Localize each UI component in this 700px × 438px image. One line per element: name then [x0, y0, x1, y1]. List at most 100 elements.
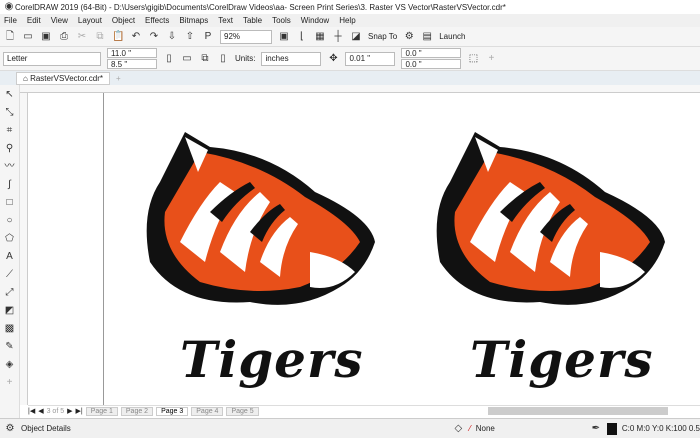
paste-icon[interactable]: 📋 [112, 31, 124, 43]
new-document-icon[interactable]: 🗋 [4, 31, 16, 43]
gear-icon[interactable]: ⚙ [4, 423, 16, 435]
fill-icon: ◇ [454, 422, 463, 434]
outline-swatch [606, 422, 617, 435]
outline-status: C:0 M:0 Y:0 K:100 0.5 [621, 424, 700, 433]
pdf-icon[interactable]: P [202, 31, 214, 43]
drop-shadow-icon[interactable]: ◩ [4, 305, 16, 317]
show-guidelines-icon[interactable]: ┼ [332, 31, 344, 43]
page-height-field[interactable]: 8.5 " [107, 59, 157, 69]
prev-page-icon[interactable]: ◀ [38, 407, 43, 415]
zoom-level-field[interactable]: 92% [220, 29, 272, 44]
next-page-icon[interactable]: ▶ [67, 407, 72, 415]
page-size-select[interactable]: Letter [3, 51, 101, 66]
toolbox: ↖ ⤡ ⌗ ⚲ 〰 ∫ □ ○ ⬠ A ⟋ ⤢ ◩ ▩ ✎ ◈ + [0, 85, 20, 418]
menu-effects[interactable]: Effects [145, 16, 169, 25]
page-tab-4[interactable]: Page 4 [191, 406, 224, 416]
ellipse-tool-icon[interactable]: ○ [4, 215, 16, 227]
text-tool-icon[interactable]: A [4, 251, 16, 263]
document-tab[interactable]: ⌂ RasterVSVector.cdr* [16, 71, 110, 85]
freehand-tool-icon[interactable]: 〰 [4, 161, 16, 173]
landscape-icon[interactable]: ▭ [181, 53, 193, 65]
menu-help[interactable]: Help [339, 16, 355, 25]
fill-none-icon: ⁄ [469, 424, 471, 433]
duplicate-x-field[interactable]: 0.0 " [401, 48, 462, 58]
interactive-fill-icon[interactable]: ◈ [4, 359, 16, 371]
copy-icon[interactable]: ⧉ [94, 31, 106, 43]
snap-icon[interactable]: ◪ [350, 31, 362, 43]
menu-edit[interactable]: Edit [27, 16, 41, 25]
show-grid-icon[interactable]: ▦ [314, 31, 326, 43]
launch-icon[interactable]: ▤ [421, 31, 433, 43]
menu-text[interactable]: Text [218, 16, 233, 25]
standard-toolbar: 🗋 ▭ ▣ ⎙ ✂ ⧉ 📋 ↶ ↷ ⇩ ⇧ P 92% ▣ ⌊ ▦ ┼ ◪ Sn… [0, 27, 700, 47]
window-title: CorelDRAW 2019 (64-Bit) - D:\Users\gigib… [15, 2, 506, 12]
page-tab-2[interactable]: Page 2 [120, 406, 154, 416]
snap-to-button[interactable]: Snap To [368, 32, 397, 41]
connector-tool-icon[interactable]: ⤢ [4, 287, 16, 299]
transparency-icon[interactable]: ▩ [4, 323, 16, 335]
nudge-icon: ✥ [329, 52, 338, 64]
current-page-icon[interactable]: ▯ [217, 53, 229, 65]
open-icon[interactable]: ▭ [22, 31, 34, 43]
page-width-field[interactable]: 11.0 " [107, 48, 157, 58]
page-tab-3[interactable]: Page 3 [156, 406, 189, 416]
undo-icon[interactable]: ↶ [130, 31, 142, 43]
redo-icon[interactable]: ↷ [148, 31, 160, 43]
page-tab-1[interactable]: Page 1 [85, 406, 118, 416]
outline-pen-icon: ✒ [591, 422, 601, 434]
menu-layout[interactable]: Layout [78, 16, 102, 25]
menu-file[interactable]: File [4, 16, 17, 25]
horizontal-ruler[interactable] [20, 85, 700, 93]
menu-bar: File Edit View Layout Object Effects Bit… [0, 14, 700, 27]
nudge-distance-field[interactable]: 0.01 " [345, 51, 396, 66]
property-bar: Letter 11.0 " 8.5 " ▯ ▭ ⧉ ▯ Units: inche… [0, 47, 700, 71]
menu-table[interactable]: Table [243, 16, 262, 25]
rectangle-tool-icon[interactable]: □ [4, 197, 16, 209]
new-tab-icon[interactable]: + [116, 74, 121, 83]
export-icon[interactable]: ⇧ [184, 31, 196, 43]
units-select[interactable]: inches [261, 51, 322, 66]
first-page-icon[interactable]: |◀ [28, 407, 35, 415]
full-screen-icon[interactable]: ▣ [278, 31, 290, 43]
import-icon[interactable]: ⇩ [166, 31, 178, 43]
menu-object[interactable]: Object [112, 16, 135, 25]
cut-icon[interactable]: ✂ [76, 31, 88, 43]
treat-as-filled-icon[interactable]: ⬚ [467, 53, 479, 65]
portrait-icon[interactable]: ▯ [163, 53, 175, 65]
page-tab-5[interactable]: Page 5 [226, 406, 259, 416]
launch-button[interactable]: Launch [439, 32, 465, 41]
artistic-media-icon[interactable]: ∫ [4, 179, 16, 191]
page-counter: 3 of 5 [46, 407, 65, 415]
vector-tiger-image[interactable] [430, 122, 670, 322]
raster-tigers-text: Tigers [180, 330, 364, 389]
status-bar: ⚙ Object Details ◇ ⁄ None ✒ C:0 M:0 Y:0 … [0, 418, 700, 438]
eyedropper-icon[interactable]: ✎ [4, 341, 16, 353]
shape-tool-icon[interactable]: ⤡ [4, 107, 16, 119]
print-icon[interactable]: ⎙ [58, 31, 70, 43]
horizontal-scrollbar[interactable] [488, 407, 668, 415]
zoom-tool-icon[interactable]: ⚲ [4, 143, 16, 155]
polygon-tool-icon[interactable]: ⬠ [4, 233, 16, 245]
add-tool-icon[interactable]: + [4, 377, 16, 389]
page-navigator: |◀ ◀ 3 of 5 ▶ ▶| Page 1 Page 2 Page 3 Pa… [28, 405, 700, 416]
menu-tools[interactable]: Tools [272, 16, 291, 25]
raster-tiger-image[interactable] [140, 122, 380, 322]
add-icon[interactable]: + [485, 53, 497, 65]
menu-window[interactable]: Window [301, 16, 329, 25]
last-page-icon[interactable]: ▶| [76, 407, 83, 415]
object-details-label[interactable]: Object Details [21, 424, 71, 433]
duplicate-y-field[interactable]: 0.0 " [401, 59, 462, 69]
menu-view[interactable]: View [51, 16, 68, 25]
vector-tigers-text: Tigers [470, 330, 654, 389]
save-icon[interactable]: ▣ [40, 31, 52, 43]
show-rulers-icon[interactable]: ⌊ [296, 31, 308, 43]
page-border [103, 93, 104, 405]
vertical-ruler[interactable] [20, 93, 28, 405]
options-gear-icon[interactable]: ⚙ [403, 31, 415, 43]
pick-tool-icon[interactable]: ↖ [4, 89, 16, 101]
crop-tool-icon[interactable]: ⌗ [4, 125, 16, 137]
menu-bitmaps[interactable]: Bitmaps [179, 16, 208, 25]
coreldraw-logo-icon: ◉ [4, 1, 14, 12]
parallel-dimension-icon[interactable]: ⟋ [4, 269, 16, 281]
all-pages-icon[interactable]: ⧉ [199, 53, 211, 65]
